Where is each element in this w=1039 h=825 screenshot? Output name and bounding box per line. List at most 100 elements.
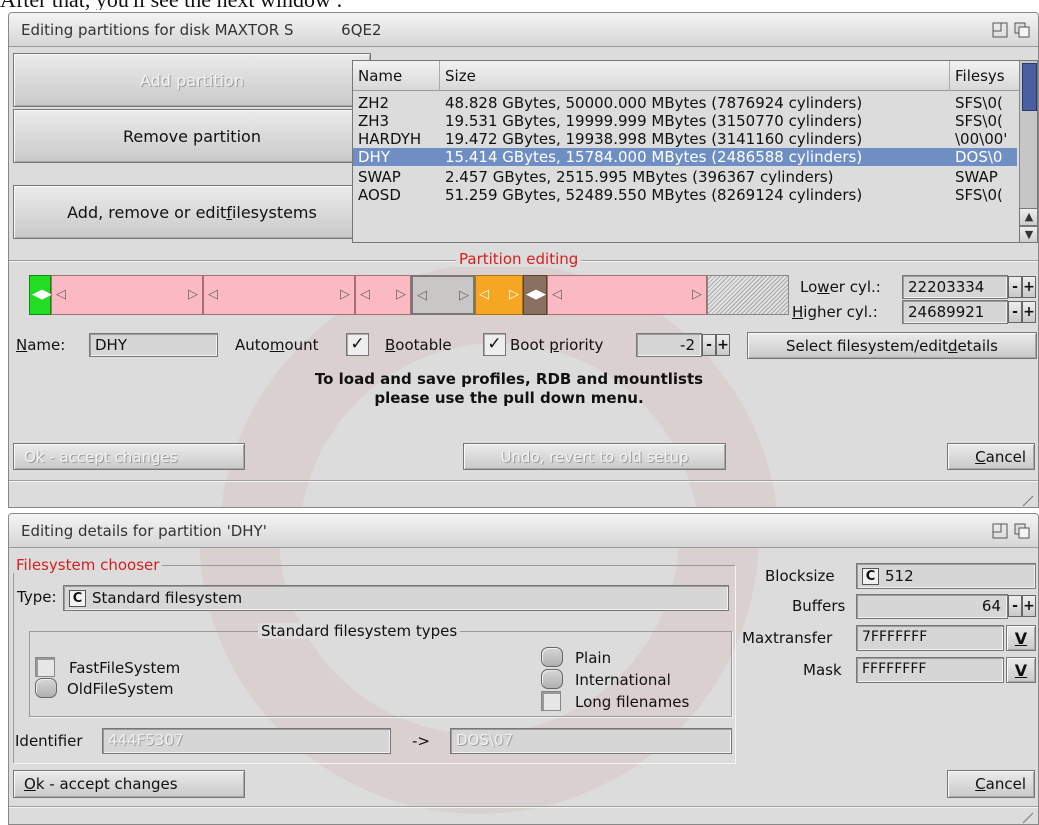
lower-cyl-label-post: er cyl.: [829,278,881,296]
partition-segment-unused[interactable] [707,275,789,315]
international-label: International [575,671,671,689]
lower-cyl-input[interactable]: 22203334 [902,275,1008,299]
window-title: Editing partitions for disk MAXTOR S 6QE… [21,21,382,39]
zoom-icon[interactable] [992,523,1008,539]
partition-segment[interactable]: ◁ ▷ [355,275,411,315]
scroll-down-icon[interactable]: ▼ [1019,226,1037,242]
cancel-button[interactable]: Cancel [947,443,1035,470]
partition-bar[interactable]: ◀▶ ◁ ▷ ◁ ▷ ◁ ▷ ◁ ▷ ◁ ▷ ◀▶ ◁ ▷ [29,275,789,315]
boot-priority-plus-button[interactable]: + [716,334,730,356]
fastfilesystem-checkbox[interactable] [35,657,55,677]
bootable-checkbox[interactable]: ✓ [483,333,506,356]
depth-icon[interactable] [1014,523,1030,539]
higher-cyl-input[interactable]: 24689921 [902,300,1008,324]
resize-icon[interactable] [1022,493,1034,507]
scrollbar-knob[interactable] [1022,63,1037,111]
row-size: 48.828 GBytes, 50000.000 MBytes (7876924… [445,94,863,112]
boot-priority-label-pre: Boot [510,336,550,354]
filesystem-type-value: Standard filesystem [92,589,243,607]
table-row[interactable]: ZH3 19.531 GBytes, 19999.999 MBytes (315… [353,112,1037,130]
partition-segment[interactable]: ◁ ▷ [51,275,203,315]
partition-segment[interactable]: ◁ ▷ [203,275,355,315]
partition-segment[interactable]: ◁ ▷ [547,275,707,315]
row-size: 19.531 GBytes, 19999.999 MBytes (3150770… [445,112,863,130]
plain-radio[interactable] [541,647,563,667]
window-title: Editing details for partition 'DHY' [21,522,267,540]
lower-cyl-plus-button[interactable]: + [1022,276,1036,298]
select-filesystem-button[interactable]: Select filesystem/edit d etails [747,332,1037,359]
column-header-name[interactable]: Name [353,61,440,91]
window-titlebar[interactable]: Editing details for partition 'DHY' [9,514,1038,548]
name-input[interactable]: DHY [89,333,218,357]
automount-label-key: m [269,336,285,354]
buffers-input[interactable]: 64 [856,594,1008,619]
filesystem-type-cycle[interactable]: C Standard filesystem [63,585,729,611]
profiles-hint-line2: please use the pull down menu. [374,389,644,407]
row-name: DHY [358,148,390,166]
ok-label-post: k - accept changes [35,775,178,793]
table-row[interactable]: ZH2 48.828 GBytes, 50000.000 MBytes (787… [353,94,1037,112]
oldfilesystem-radio[interactable] [35,678,57,698]
higher-cyl-plus-button[interactable]: + [1022,301,1036,323]
name-label-post: ame: [27,336,66,354]
maxtransfer-label: Maxtransfer [742,629,833,647]
higher-cyl-minus-button[interactable]: - [1008,301,1022,323]
partition-segment-selected[interactable]: ◁ ▷ [411,275,475,315]
partition-table[interactable]: Name Size Filesys ZH2 48.828 GBytes, 500… [352,60,1038,243]
ok-label-key: O [24,775,36,793]
boot-priority-minus-button[interactable]: - [702,334,716,356]
automount-label: Automount [235,336,319,354]
maxtransfer-popup-button[interactable]: V [1006,625,1036,651]
column-header-size[interactable]: Size [440,61,950,91]
table-row-selected[interactable]: DHY 15.414 GBytes, 15784.000 MBytes (248… [353,148,1017,166]
window-titlebar[interactable]: Editing partitions for disk MAXTOR S 6QE… [9,13,1038,47]
mask-popup-button[interactable]: V [1006,657,1036,683]
edit-filesystems-button[interactable]: Add, remove or edit f ilesystems [13,185,371,239]
lower-cyl-label-pre: Lo [800,278,818,296]
depth-icon[interactable] [1014,22,1030,38]
lower-cyl-label: Lower cyl.: [800,278,881,296]
popup-v-icon: V [1014,628,1028,648]
lower-cyl-label-key: w [817,278,830,296]
select-fs-label-post: etails [957,336,998,355]
scroll-up-icon[interactable]: ▲ [1019,208,1037,226]
check-icon: ✓ [487,334,502,354]
long-filenames-checkbox[interactable] [541,691,561,711]
mask-input[interactable]: FFFFFFFF [856,657,1004,683]
cancel-button[interactable]: Cancel [947,770,1035,798]
partition-segment-swap[interactable]: ◁ ▷ [475,275,523,315]
row-filesys: \00\00' [955,130,1008,148]
partition-segment-unknown[interactable]: ◀▶ [523,275,547,315]
column-header-filesys[interactable]: Filesys [950,61,1018,91]
add-partition-button[interactable]: Add partition [13,53,371,107]
partition-segment-free[interactable]: ◀▶ [29,275,52,315]
automount-checkbox[interactable]: ✓ [346,333,369,356]
international-radio[interactable] [541,669,563,689]
cancel-label-key: C [975,447,986,466]
row-name: SWAP [358,168,401,186]
remove-partition-button[interactable]: Remove partition [13,109,371,163]
table-row[interactable]: SWAP 2.457 GBytes, 2515.995 MBytes (3963… [353,168,1037,186]
maxtransfer-input[interactable]: 7FFFFFFF [856,625,1004,651]
select-fs-label-key: d [947,336,958,355]
automount-label-pre: Auto [235,336,270,354]
resize-icon[interactable] [1022,810,1034,824]
undo-revert-button[interactable]: Undo, revert to old setup [463,443,726,470]
automount-label-post: ount [284,336,319,354]
zoom-icon[interactable] [992,22,1008,38]
table-row[interactable]: HARDYH 19.472 GBytes, 19938.998 MBytes (… [353,130,1037,148]
row-size: 19.472 GBytes, 19938.998 MBytes (3141160… [445,130,863,148]
cancel-label-post: ancel [985,447,1026,466]
table-scrollbar[interactable]: ▲ ▼ [1019,61,1037,242]
identifier-hex-field: 444F5307 [102,728,391,754]
type-label: Type: [17,588,57,606]
table-row[interactable]: AOSD 51.259 GBytes, 52489.550 MBytes (82… [353,186,1037,204]
lower-cyl-minus-button[interactable]: - [1008,276,1022,298]
row-name: AOSD [358,186,401,204]
buffers-minus-button[interactable]: - [1008,595,1022,617]
ok-accept-changes-button[interactable]: Ok - accept changes [13,770,245,798]
ok-accept-changes-button[interactable]: Ok - accept changes [13,443,245,470]
blocksize-cycle[interactable]: C 512 [856,563,1036,589]
buffers-plus-button[interactable]: + [1022,595,1036,617]
boot-priority-input[interactable]: -2 [636,333,702,357]
